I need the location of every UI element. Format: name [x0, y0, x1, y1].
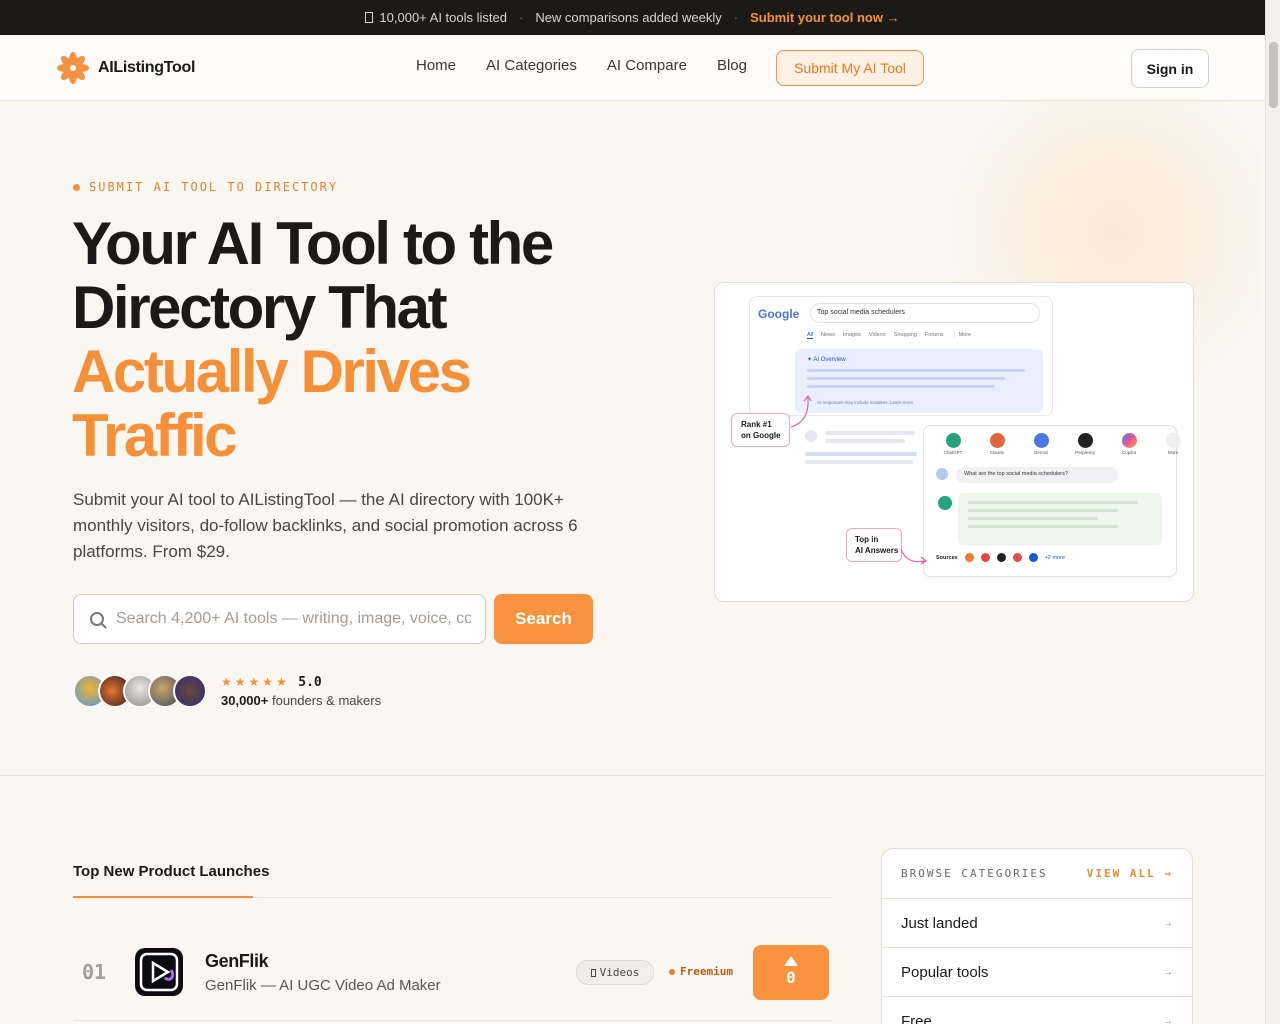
headline-line-2: Directory That — [72, 274, 448, 341]
rating-score: 5.0 — [298, 675, 322, 690]
launch-tabs-underline — [73, 896, 833, 898]
tool-icon — [365, 12, 374, 23]
perplexity-icon: Perplexity — [1070, 433, 1100, 455]
category-item-just-landed[interactable]: Just landed → — [882, 899, 1192, 948]
search-icon — [90, 612, 104, 626]
video-icon — [590, 968, 596, 977]
hero-eyebrow: SUBMIT AI TOOL TO DIRECTORY — [73, 180, 338, 194]
avatar — [173, 674, 207, 708]
gemini-icon: Gemini — [1026, 433, 1056, 455]
search-button[interactable]: Search — [494, 594, 593, 644]
tool-search-input[interactable] — [116, 610, 471, 628]
headline-line-1: Your AI Tool to the — [72, 210, 554, 277]
sign-in-button[interactable]: Sign in — [1131, 49, 1209, 88]
categories-heading: BROWSE CATEGORIES — [901, 867, 1048, 880]
maker-avatars — [73, 674, 207, 708]
launch-description: GenFlik — AI UGC Video Ad Maker — [205, 977, 441, 994]
hero-headline: Your AI Tool to the Directory That Actua… — [72, 210, 554, 469]
browse-categories-card: BROWSE CATEGORIES VIEW ALL → Just landed… — [881, 848, 1193, 1024]
social-proof: ★★★★★ 5.0 30,000+ founders & makers — [221, 673, 381, 708]
chatgpt-icon: ChatGPT — [938, 433, 968, 455]
separator: · — [518, 10, 524, 25]
chat-answer-block — [958, 493, 1162, 545]
pricing-dot-icon — [669, 968, 675, 975]
submit-ai-tool-button[interactable]: Submit My AI Tool — [776, 50, 924, 86]
tools-listed-text: 10,000+ AI tools listed — [365, 10, 507, 25]
launch-row[interactable]: 01 GenFlik GenFlik — AI UGC Video Ad Mak… — [73, 922, 833, 1021]
nav-home[interactable]: Home — [416, 57, 456, 74]
launch-rank: 01 — [82, 960, 107, 984]
rank-google-tag: Rank #1 on Google — [731, 413, 790, 447]
headline-line-4: Traffic — [72, 402, 238, 469]
ai-overview-panel: ✦ AI Overview AI responses may include m… — [795, 349, 1043, 413]
genflik-logo — [135, 948, 183, 996]
category-item-free[interactable]: Free → — [882, 997, 1192, 1024]
tab-top-new-launches[interactable]: Top New Product Launches — [73, 863, 269, 880]
arrow-right-icon: → — [1163, 1015, 1173, 1024]
ai-chat-answers-mock: ChatGPT Claude Gemini Perplexity Copilot… — [923, 425, 1181, 577]
arrow-right-icon: → — [1163, 966, 1173, 978]
makers-count-text: 30,000+ founders & makers — [221, 693, 382, 708]
main-nav: Home AI Categories AI Compare Blog — [416, 57, 747, 74]
search-visibility-illustration: Google Top social media schedulers All N… — [714, 282, 1194, 602]
site-header: AIListingTool Home AI Categories AI Comp… — [0, 35, 1265, 101]
user-avatar-icon — [936, 468, 948, 480]
comparisons-text: New comparisons added weekly — [535, 10, 722, 25]
page-scrollbar[interactable] — [1265, 0, 1280, 1024]
nav-blog[interactable]: Blog — [717, 57, 747, 74]
brand-logo-link[interactable]: AIListingTool — [56, 51, 195, 85]
curved-arrow-icon — [790, 394, 812, 428]
arrow-right-icon: → — [1163, 917, 1173, 929]
ai-engine-icons: ChatGPT Claude Gemini Perplexity Copilot… — [938, 433, 1188, 455]
category-badge[interactable]: Videos — [576, 960, 654, 985]
google-search-field: Top social media schedulers — [810, 303, 1040, 323]
headline-line-3: Actually Drives — [72, 338, 472, 405]
category-item-popular-tools[interactable]: Popular tools → — [882, 948, 1192, 997]
hero-subtext: Submit your AI tool to AIListingTool — t… — [73, 490, 578, 561]
google-tabs: All News Images Videos Shopping Forums ⋮… — [807, 332, 972, 339]
google-logo: Google — [758, 307, 800, 321]
top-ai-answers-tag: Top in AI Answers — [846, 528, 902, 562]
upvote-button[interactable]: 0 — [753, 945, 829, 1000]
ai-overview-label: ✦ AI Overview — [807, 357, 846, 363]
eyebrow-text: SUBMIT AI TOOL TO DIRECTORY — [89, 180, 339, 194]
brand-name: AIListingTool — [98, 59, 196, 76]
claude-icon: Claude — [982, 433, 1012, 455]
submit-tool-link[interactable]: Submit your tool now → — [750, 10, 900, 25]
section-divider — [0, 775, 1265, 776]
nav-ai-compare[interactable]: AI Compare — [607, 57, 687, 74]
ai-overview-footnote: AI responses may include mistakes. Learn… — [817, 400, 914, 405]
tool-search-box — [73, 594, 486, 644]
view-all-link[interactable]: VIEW ALL → — [1087, 867, 1173, 880]
categories-header: BROWSE CATEGORIES VIEW ALL → — [882, 849, 1192, 899]
active-tab-indicator — [73, 896, 253, 898]
chatgpt-answer-icon — [938, 496, 952, 510]
nav-ai-categories[interactable]: AI Categories — [486, 57, 577, 74]
curved-arrow-icon — [900, 548, 928, 565]
chat-sources-row: Sources +2 more — [936, 553, 1066, 562]
scrollbar-thumb[interactable] — [1269, 42, 1278, 108]
separator: · — [733, 10, 739, 25]
eyebrow-dot-icon — [73, 183, 80, 191]
more-icon: More — [1158, 433, 1188, 455]
launch-name[interactable]: GenFlik — [205, 951, 269, 972]
announcement-bar: 10,000+ AI tools listed · New comparison… — [0, 0, 1265, 35]
rating-stars-icon: ★★★★★ — [221, 675, 290, 689]
upvote-arrow-icon — [784, 956, 798, 966]
copilot-icon: Copilot — [1114, 433, 1144, 455]
pricing-badge: Freemium — [669, 965, 733, 978]
upvote-count: 0 — [786, 968, 796, 987]
pinwheel-logo-icon — [57, 52, 89, 84]
